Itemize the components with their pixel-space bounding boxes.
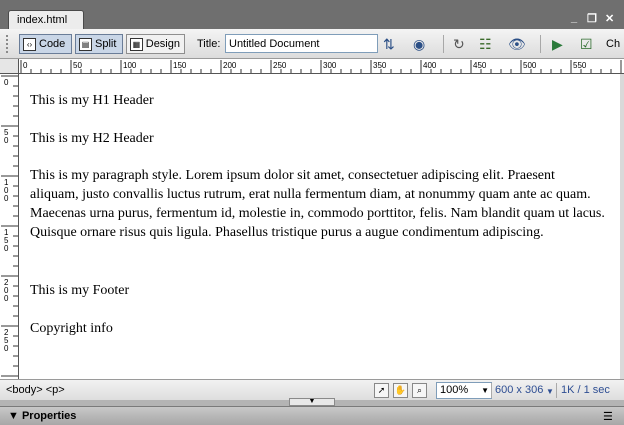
content-h2[interactable]: This is my H2 Header xyxy=(30,129,605,148)
ruler-label: 400 xyxy=(423,61,437,70)
status-separator xyxy=(491,383,492,398)
view-options-icon[interactable]: ☷ xyxy=(479,36,492,52)
download-size-readout: 1K / 1 sec xyxy=(561,384,610,396)
content-h1[interactable]: This is my H1 Header xyxy=(30,91,605,110)
page-title-input[interactable] xyxy=(225,34,378,53)
file-management-icon[interactable]: ⇅ xyxy=(383,36,395,52)
design-view-icon: ▦ xyxy=(130,38,143,51)
chevron-down-icon[interactable]: ▼ xyxy=(546,387,554,396)
select-tool-icon[interactable]: ➚ xyxy=(374,383,389,398)
status-separator xyxy=(556,383,557,398)
document-tab-bar: index.html _ ❐ ✕ xyxy=(0,0,624,29)
check-page-icon[interactable]: ☑ xyxy=(580,36,593,52)
ruler-label: 100 xyxy=(123,61,137,70)
ruler-label: 150 xyxy=(173,61,187,70)
toolbar-separator xyxy=(540,35,541,53)
horizontal-ruler[interactable]: 0 50 100 150 200 250 300 350 400 450 500 550 xyxy=(19,59,624,74)
document-toolbar: ‹› Code ▤ Split ▦ Design Title: ⇅ ◉ ↻ ☷ … xyxy=(0,29,624,59)
ruler-label: 0 xyxy=(4,78,9,87)
chevron-down-icon: ▼ xyxy=(481,386,489,395)
document-tab-label: index.html xyxy=(17,14,68,26)
code-view-icon: ‹› xyxy=(23,38,36,51)
status-bar: <body> <p> ➚ ✋ ⌕ 100% ▼ 600 x 306 ▼ 1K /… xyxy=(0,379,624,400)
ruler-label: 450 xyxy=(473,61,487,70)
properties-panel-title: ▼ Properties xyxy=(8,410,77,422)
restore-icon[interactable]: ❐ xyxy=(587,12,597,25)
ruler-label: 500 xyxy=(523,61,537,70)
window-size-readout[interactable]: 600 x 306 xyxy=(495,384,543,396)
close-icon[interactable]: ✕ xyxy=(605,12,614,25)
ruler-label: 300 xyxy=(323,61,337,70)
ruler-origin[interactable] xyxy=(0,59,19,74)
vertical-ruler[interactable]: 050100150200250 xyxy=(0,74,19,379)
ruler-label: 50 xyxy=(73,61,82,70)
properties-panel-header[interactable]: ▼ Properties ☰ xyxy=(0,406,624,425)
content-paragraph[interactable]: This is my paragraph style. Lorem ipsum … xyxy=(30,166,605,242)
properties-title-label: Properties xyxy=(21,410,77,422)
collapse-panel-handle[interactable]: ▼ xyxy=(289,398,335,406)
hand-tool-icon[interactable]: ✋ xyxy=(393,383,408,398)
split-view-icon: ▤ xyxy=(79,38,92,51)
toolbar-grip-handle[interactable] xyxy=(6,35,12,53)
ruler-label: 0 xyxy=(4,136,9,145)
zoom-value: 100% xyxy=(440,384,469,396)
ruler-label: 0 xyxy=(4,294,9,303)
tag-selector[interactable]: <body> <p> xyxy=(6,384,65,396)
scrollbar-track[interactable] xyxy=(620,74,624,379)
code-view-label: Code xyxy=(39,38,66,50)
design-view-label: Design xyxy=(145,38,180,50)
zoom-select[interactable]: 100% ▼ xyxy=(436,382,492,399)
split-view-label: Split xyxy=(95,38,117,50)
code-view-button[interactable]: ‹› Code xyxy=(19,34,72,54)
refresh-icon[interactable]: ↻ xyxy=(453,36,465,52)
preview-browser-icon[interactable]: ◉ xyxy=(413,36,425,52)
toolbar-truncated-label: Ch xyxy=(606,38,621,50)
design-view[interactable]: This is my H1 Header This is my H2 Heade… xyxy=(19,74,620,379)
ruler-label: 0 xyxy=(4,244,9,253)
title-label: Title: xyxy=(197,38,221,50)
panel-options-icon[interactable]: ☰ xyxy=(603,410,613,423)
ruler-label: 0 xyxy=(23,61,28,70)
ruler-label: 0 xyxy=(4,194,9,203)
ruler-label: 550 xyxy=(573,61,587,70)
design-view-button[interactable]: ▦ Design xyxy=(126,34,185,54)
ruler-label: 350 xyxy=(373,61,387,70)
ruler-label: 200 xyxy=(223,61,237,70)
vertical-ruler-ticks: 050100150200250 xyxy=(1,75,18,377)
horizontal-ruler-ticks: 0 50 100 150 200 250 300 350 400 450 500 550 xyxy=(20,60,622,73)
split-view-button[interactable]: ▤ Split xyxy=(75,34,123,54)
visual-aids-icon[interactable]: 👁 xyxy=(508,36,526,52)
minimize-icon[interactable]: _ xyxy=(571,12,577,24)
content-copyright[interactable]: Copyright info xyxy=(30,319,605,338)
content-footer[interactable]: This is my Footer xyxy=(30,281,605,300)
ruler-label: 0 xyxy=(4,344,9,353)
document-tab-index[interactable]: index.html xyxy=(8,10,84,29)
zoom-tool-icon[interactable]: ⌕ xyxy=(412,383,427,398)
validate-markup-icon[interactable]: ▶ xyxy=(552,36,563,52)
ruler-label: 250 xyxy=(273,61,287,70)
toolbar-separator xyxy=(443,35,444,53)
